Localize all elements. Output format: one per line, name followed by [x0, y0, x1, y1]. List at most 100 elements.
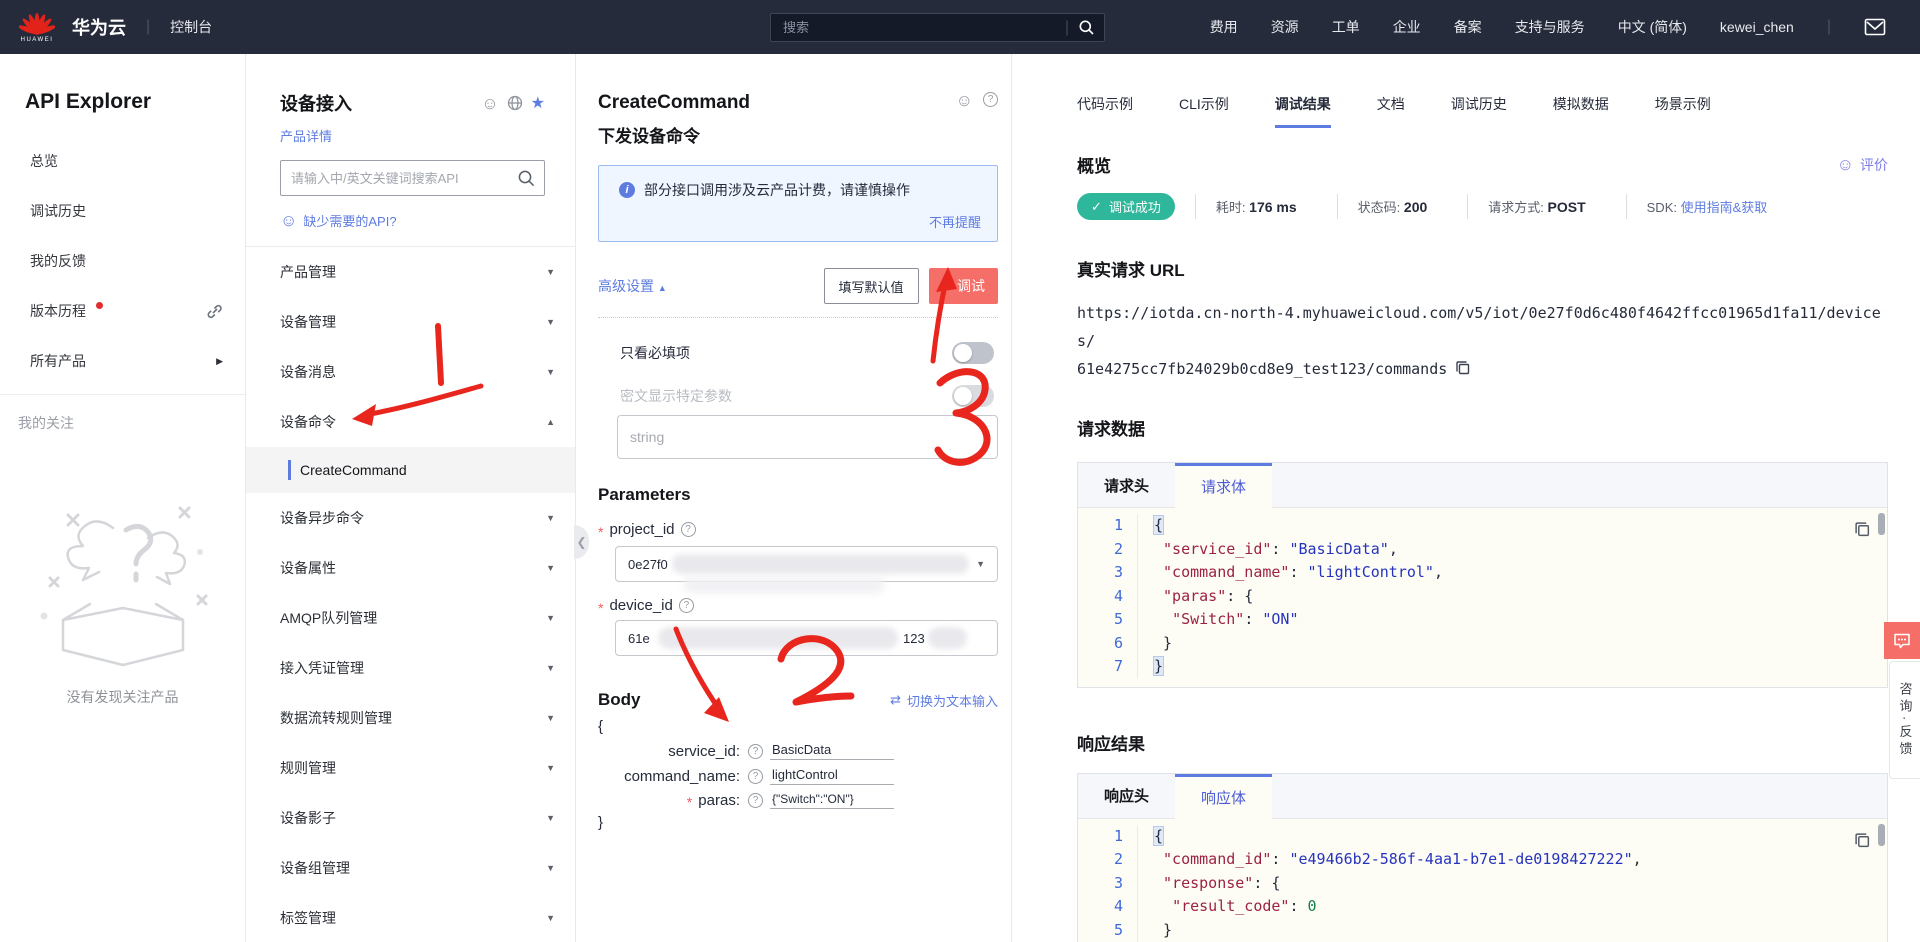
project-id-input[interactable]: 0e27f0 ▼	[615, 546, 998, 582]
nav-link-icp[interactable]: 备案	[1454, 17, 1482, 37]
request-body-code[interactable]: 1{2 "service_id": "BasicData", 3 "command…	[1078, 508, 1887, 687]
global-search-input[interactable]	[771, 20, 1065, 35]
api-group-产品管理[interactable]: 产品管理 ▼	[246, 247, 575, 297]
parameters-title: Parameters	[598, 485, 691, 504]
mask-params-toggle[interactable]	[952, 385, 994, 407]
sidebar-item-4[interactable]: 所有产品 ▶	[0, 336, 245, 386]
api-group-设备异步命令[interactable]: 设备异步命令 ▼	[246, 493, 575, 543]
fill-defaults-button[interactable]: 填写默认值	[823, 268, 919, 304]
request-tab-请求头[interactable]: 请求头	[1078, 463, 1175, 507]
missing-api-link[interactable]: ☺ 缺少需要的API?	[280, 211, 545, 230]
body-title: Body	[598, 690, 641, 709]
nav-link-tickets[interactable]: 工单	[1332, 17, 1360, 37]
api-group-设备消息[interactable]: 设备消息 ▼	[246, 347, 575, 397]
selected-indicator	[288, 460, 291, 480]
code-line: 5 "Switch": "ON"	[1078, 608, 1887, 632]
favorite-star-icon[interactable]: ★	[531, 93, 545, 113]
string-field[interactable]: string	[617, 415, 998, 459]
api-group-规则管理[interactable]: 规则管理 ▼	[246, 743, 575, 793]
line-number: 5	[1078, 608, 1138, 632]
advanced-settings-link[interactable]: 高级设置 ▲	[598, 276, 824, 296]
response-body-code[interactable]: 1{2 "command_id": "e49466b2-586f-4aa1-b7…	[1078, 819, 1887, 942]
sidebar-item-3[interactable]: 版本历程	[0, 286, 245, 336]
consult-feedback-button[interactable]	[1884, 622, 1920, 659]
response-tab-响应头[interactable]: 响应头	[1078, 774, 1175, 818]
nav-link-support[interactable]: 支持与服务	[1515, 17, 1585, 37]
result-tab-模拟数据[interactable]: 模拟数据	[1553, 94, 1609, 128]
required-asterisk: *	[598, 523, 604, 540]
api-search-box[interactable]	[280, 160, 545, 196]
api-group-标签管理[interactable]: 标签管理 ▼	[246, 893, 575, 942]
consult-feedback-strip[interactable]: 咨询·反馈	[1889, 661, 1920, 779]
sidebar-item-0[interactable]: 总览	[0, 136, 245, 186]
product-detail-link[interactable]: 产品详情	[280, 126, 332, 145]
api-group-数据流转规则管理[interactable]: 数据流转规则管理 ▼	[246, 693, 575, 743]
project-id-help-icon[interactable]: ?	[680, 522, 696, 537]
huawei-logo-icon[interactable]: HUAWEI	[16, 12, 58, 43]
api-group-设备命令[interactable]: 设备命令 ▲	[246, 397, 575, 447]
request-scrollbar-thumb[interactable]	[1878, 513, 1885, 535]
dismiss-notice-link[interactable]: 不再提醒	[619, 212, 981, 231]
api-group-设备组管理[interactable]: 设备组管理 ▼	[246, 843, 575, 893]
result-tab-CLI示例[interactable]: CLI示例	[1179, 94, 1229, 128]
sidebar-item-1[interactable]: 调试历史	[0, 186, 245, 236]
switch-text-input-link[interactable]: ⇄ 切换为文本输入	[890, 691, 998, 710]
device-id-input[interactable]: 61e 123	[615, 620, 998, 656]
region-globe-icon[interactable]	[507, 95, 523, 111]
sidebar-menu: 总览 调试历史 我的反馈 版本历程 所有产品 ▶	[0, 136, 245, 386]
copy-request-icon[interactable]	[1854, 521, 1871, 543]
api-search-icon[interactable]	[509, 170, 544, 187]
search-icon[interactable]	[1069, 20, 1104, 35]
field-value-input[interactable]: lightControl	[770, 767, 894, 785]
copy-response-icon[interactable]	[1854, 832, 1871, 854]
console-link[interactable]: 控制台	[170, 17, 212, 37]
response-scrollbar-thumb[interactable]	[1878, 823, 1885, 846]
sdk-guide-link[interactable]: 使用指南&获取	[1681, 200, 1768, 215]
field-help-icon[interactable]: ?	[748, 743, 763, 759]
result-tab-调试结果[interactable]: 调试结果	[1274, 94, 1331, 128]
api-group-设备管理[interactable]: 设备管理 ▼	[246, 297, 575, 347]
brand-name[interactable]: 华为云	[72, 14, 126, 40]
api-group-设备影子[interactable]: 设备影子 ▼	[246, 793, 575, 843]
copy-url-icon[interactable]	[1455, 360, 1471, 376]
result-tab-文档[interactable]: 文档	[1377, 94, 1405, 128]
result-tab-场景示例[interactable]: 场景示例	[1655, 94, 1711, 128]
nav-link-language[interactable]: 中文 (简体)	[1618, 17, 1687, 37]
dotted-divider	[598, 317, 998, 318]
result-tab-代码示例[interactable]: 代码示例	[1077, 94, 1133, 128]
dropdown-caret-icon[interactable]: ▼	[976, 559, 985, 569]
sidebar-item-2[interactable]: 我的反馈	[0, 236, 245, 286]
nav-link-account[interactable]: kewei_chen	[1720, 19, 1794, 35]
debug-button[interactable]: ▶ 调试	[928, 268, 998, 304]
api-search-input[interactable]	[281, 170, 509, 186]
api-group-设备属性[interactable]: 设备属性 ▼	[246, 543, 575, 593]
api-group-接入凭证管理[interactable]: 接入凭证管理 ▼	[246, 643, 575, 693]
messages-icon[interactable]	[1864, 18, 1886, 36]
api-group-AMQP队列管理[interactable]: AMQP队列管理 ▼	[246, 593, 575, 643]
feedback-smiley-icon[interactable]: ☺	[481, 95, 498, 112]
link-icon[interactable]	[206, 303, 223, 320]
field-help-icon[interactable]: ?	[748, 793, 763, 808]
nav-link-billing[interactable]: 费用	[1210, 17, 1238, 37]
response-tab-响应体[interactable]: 响应体	[1175, 773, 1273, 819]
field-help-icon[interactable]: ?	[748, 768, 763, 784]
api-item-CreateCommand[interactable]: CreateCommand	[246, 447, 575, 493]
api-feedback-smiley-icon[interactable]: ☺	[956, 92, 973, 109]
required-only-toggle[interactable]	[952, 342, 994, 364]
elapsed-time: 耗时: 176 ms	[1194, 194, 1317, 219]
nav-link-enterprise[interactable]: 企业	[1393, 17, 1421, 37]
rate-link[interactable]: ☺ 评价	[1837, 155, 1888, 175]
missing-api-smiley-icon: ☺	[280, 211, 298, 230]
api-help-icon[interactable]: ?	[983, 92, 998, 107]
device-id-help-icon[interactable]: ?	[678, 598, 694, 613]
field-value-input[interactable]: {"Switch":"ON"}	[770, 792, 894, 809]
request-tab-请求体[interactable]: 请求体	[1175, 463, 1273, 508]
code-line: 1{	[1078, 824, 1887, 848]
field-value-input[interactable]: BasicData	[770, 742, 894, 760]
response-tabs: 响应头 响应体	[1078, 773, 1887, 819]
chevron-down-icon: ▼	[546, 863, 555, 873]
panel-collapse-handle[interactable]: ❮	[574, 525, 589, 559]
result-tab-调试历史[interactable]: 调试历史	[1451, 94, 1507, 128]
global-search[interactable]: |	[770, 13, 1105, 42]
nav-link-resources[interactable]: 资源	[1271, 17, 1299, 37]
